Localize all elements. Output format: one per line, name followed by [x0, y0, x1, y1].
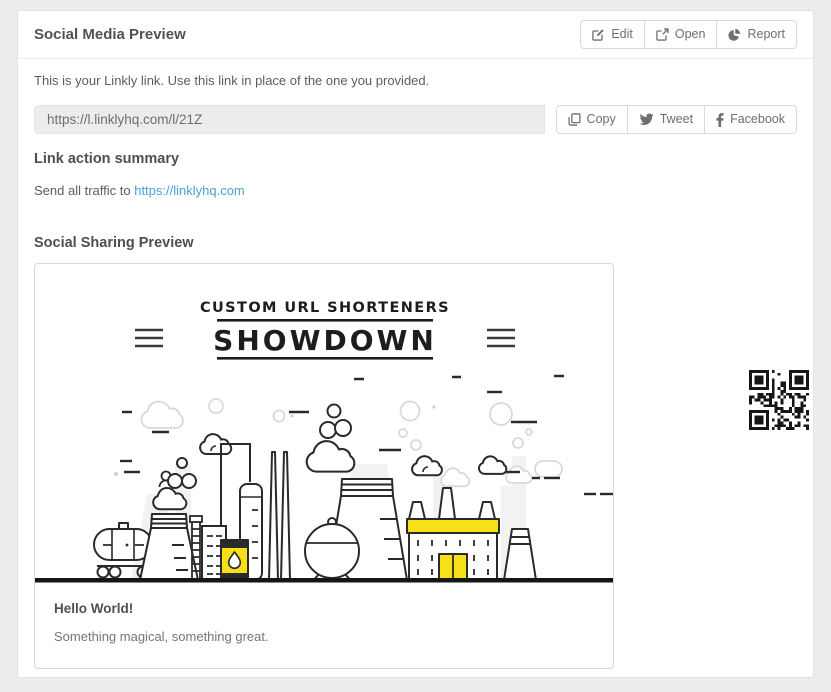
edit-icon	[592, 28, 605, 41]
tweet-button[interactable]: Tweet	[627, 105, 705, 134]
link-action-summary-heading: Link action summary	[34, 151, 797, 167]
header-actions: Edit Open Report	[580, 20, 797, 49]
facebook-icon	[716, 113, 724, 127]
preview-meta: Hello World! Something magical, somethin…	[35, 584, 613, 668]
tweet-button-label: Tweet	[660, 113, 693, 126]
facebook-button[interactable]: Facebook	[704, 105, 797, 134]
intro-text: This is your Linkly link. Use this link …	[34, 73, 797, 88]
pie-chart-icon	[728, 28, 741, 41]
social-media-preview-panel: Social Media Preview Edit Open Report	[17, 10, 814, 678]
social-sharing-preview-heading: Social Sharing Preview	[34, 235, 797, 251]
facebook-button-label: Facebook	[730, 113, 785, 126]
link-actions: Copy Tweet Facebook	[556, 105, 797, 134]
twitter-icon	[639, 113, 654, 126]
external-link-icon	[656, 28, 669, 41]
panel-heading: Social Media Preview Edit Open Report	[18, 11, 813, 59]
qr-code	[749, 370, 809, 430]
link-bar: Copy Tweet Facebook	[34, 105, 797, 134]
traffic-destination-text: Send all traffic to https://linklyhq.com	[34, 183, 797, 198]
preview-image: CUSTOM URL SHORTENERS SHOWDOWN	[35, 264, 613, 584]
copy-button[interactable]: Copy	[556, 105, 628, 134]
illustration-title-line2: SHOWDOWN	[213, 324, 437, 357]
preview-description: Something magical, something great.	[54, 629, 594, 644]
report-button-label: Report	[747, 28, 785, 41]
preview-card: CUSTOM URL SHORTENERS SHOWDOWN Hello Wor…	[34, 263, 614, 669]
traffic-destination-link[interactable]: https://linklyhq.com	[134, 183, 245, 198]
panel-body: This is your Linkly link. Use this link …	[18, 59, 813, 669]
illustration-title-line1: CUSTOM URL SHORTENERS	[200, 300, 450, 316]
short-link-input[interactable]	[34, 105, 545, 134]
copy-icon	[568, 113, 581, 126]
copy-button-label: Copy	[587, 113, 616, 126]
traffic-prefix: Send all traffic to	[34, 183, 134, 198]
page-title: Social Media Preview	[34, 26, 186, 43]
open-button[interactable]: Open	[644, 20, 718, 49]
edit-button-label: Edit	[611, 28, 633, 41]
preview-illustration: CUSTOM URL SHORTENERS SHOWDOWN	[35, 264, 613, 584]
edit-button[interactable]: Edit	[580, 20, 645, 49]
open-button-label: Open	[675, 28, 706, 41]
preview-title: Hello World!	[54, 601, 594, 616]
report-button[interactable]: Report	[716, 20, 797, 49]
